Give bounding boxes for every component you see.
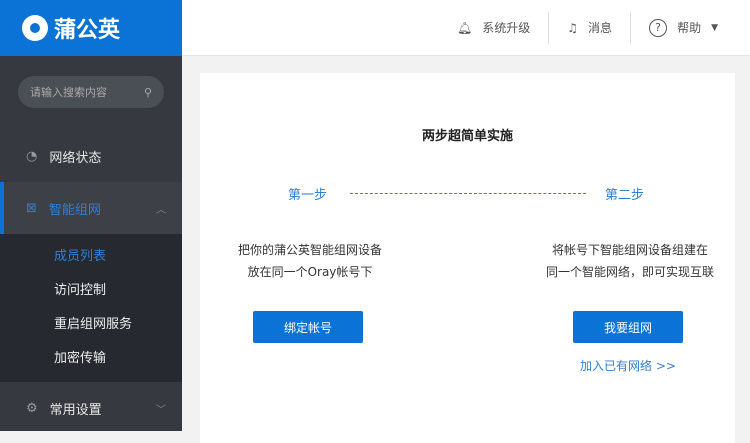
sidebar-item-label: 常用设置	[49, 402, 102, 418]
desc-line: 同一个智能网络，即可实现互联	[545, 265, 714, 279]
caret-down-icon: ▼	[711, 22, 718, 33]
chevron-up-icon: ︿	[156, 204, 166, 216]
bell-icon: ♫︎	[567, 20, 579, 35]
submenu-item-encryption[interactable]: 加密传输	[0, 342, 182, 376]
sidebar-item-smart-network[interactable]: ⊠ 智能组网 ︿	[0, 182, 182, 234]
sidebar-item-label: 网络状态	[49, 150, 102, 166]
rocket-icon: 🔔︎	[457, 20, 473, 35]
network-status-icon: ◔	[26, 148, 38, 164]
sidebar-item-network-status[interactable]: ◔ 网络状态	[0, 130, 182, 182]
step-two-description: 将帐号下智能组网设备组建在 同一个智能网络，即可实现互联	[535, 239, 725, 283]
search-placeholder: 请输入搜索内容	[30, 86, 107, 99]
page-title: 两步超简单实施	[421, 129, 513, 144]
main-card: 两步超简单实施 第一步 第二步 把你的蒲公英智能组网设备 放在同一个Oray帐号下…	[200, 73, 735, 443]
step-one-label: 第一步	[288, 188, 328, 203]
upgrade-label: 系统升级	[482, 21, 531, 35]
search-input[interactable]: 请输入搜索内容 ⚲	[18, 76, 164, 108]
gear-icon: ⚙	[26, 400, 38, 416]
brand-name: 蒲公英	[54, 18, 121, 43]
sidebar-item-settings[interactable]: ⚙ 常用设置 ﹀	[0, 382, 182, 434]
bind-account-button[interactable]: 绑定帐号	[253, 311, 363, 343]
submenu-item-access-control[interactable]: 访问控制	[0, 274, 182, 308]
top-header: 🔔︎ 系统升级 ♫︎ 消息 ? 帮助 ▼	[182, 0, 750, 56]
create-network-button[interactable]: 我要组网	[573, 311, 683, 343]
help-dropdown[interactable]: ? 帮助 ▼	[631, 12, 736, 44]
step-one-description: 把你的蒲公英智能组网设备 放在同一个Oray帐号下	[230, 239, 390, 283]
logo-icon	[22, 15, 48, 41]
desc-line: 将帐号下智能组网设备组建在	[551, 243, 708, 257]
step-two-label: 第二步	[605, 188, 645, 203]
system-upgrade-button[interactable]: 🔔︎ 系统升级	[439, 12, 548, 44]
help-label: 帮助	[677, 21, 702, 35]
brand-logo[interactable]: 蒲公英	[0, 0, 182, 56]
dashed-connector	[350, 193, 586, 194]
chevron-down-icon: ﹀	[156, 404, 166, 416]
messages-label: 消息	[588, 21, 613, 35]
smart-network-icon: ⊠	[26, 200, 37, 216]
desc-line: 把你的蒲公英智能组网设备	[237, 243, 382, 257]
submenu: 成员列表 访问控制 重启组网服务 加密传输	[0, 234, 182, 382]
submenu-item-members[interactable]: 成员列表	[0, 240, 182, 274]
join-network-link[interactable]: 加入已有网络 >>	[580, 357, 676, 374]
submenu-item-restart-service[interactable]: 重启组网服务	[0, 308, 182, 342]
sidebar-item-label: 智能组网	[48, 202, 101, 218]
messages-button[interactable]: ♫︎ 消息	[549, 12, 630, 44]
desc-line: 放在同一个Oray帐号下	[247, 265, 373, 279]
help-icon: ?	[649, 18, 668, 37]
search-icon[interactable]: ⚲	[144, 86, 152, 99]
sidebar: 请输入搜索内容 ⚲ ◔ 网络状态 ⊠ 智能组网 ︿ 成员列表 访问控制 重启组网服务 加…	[0, 56, 182, 431]
